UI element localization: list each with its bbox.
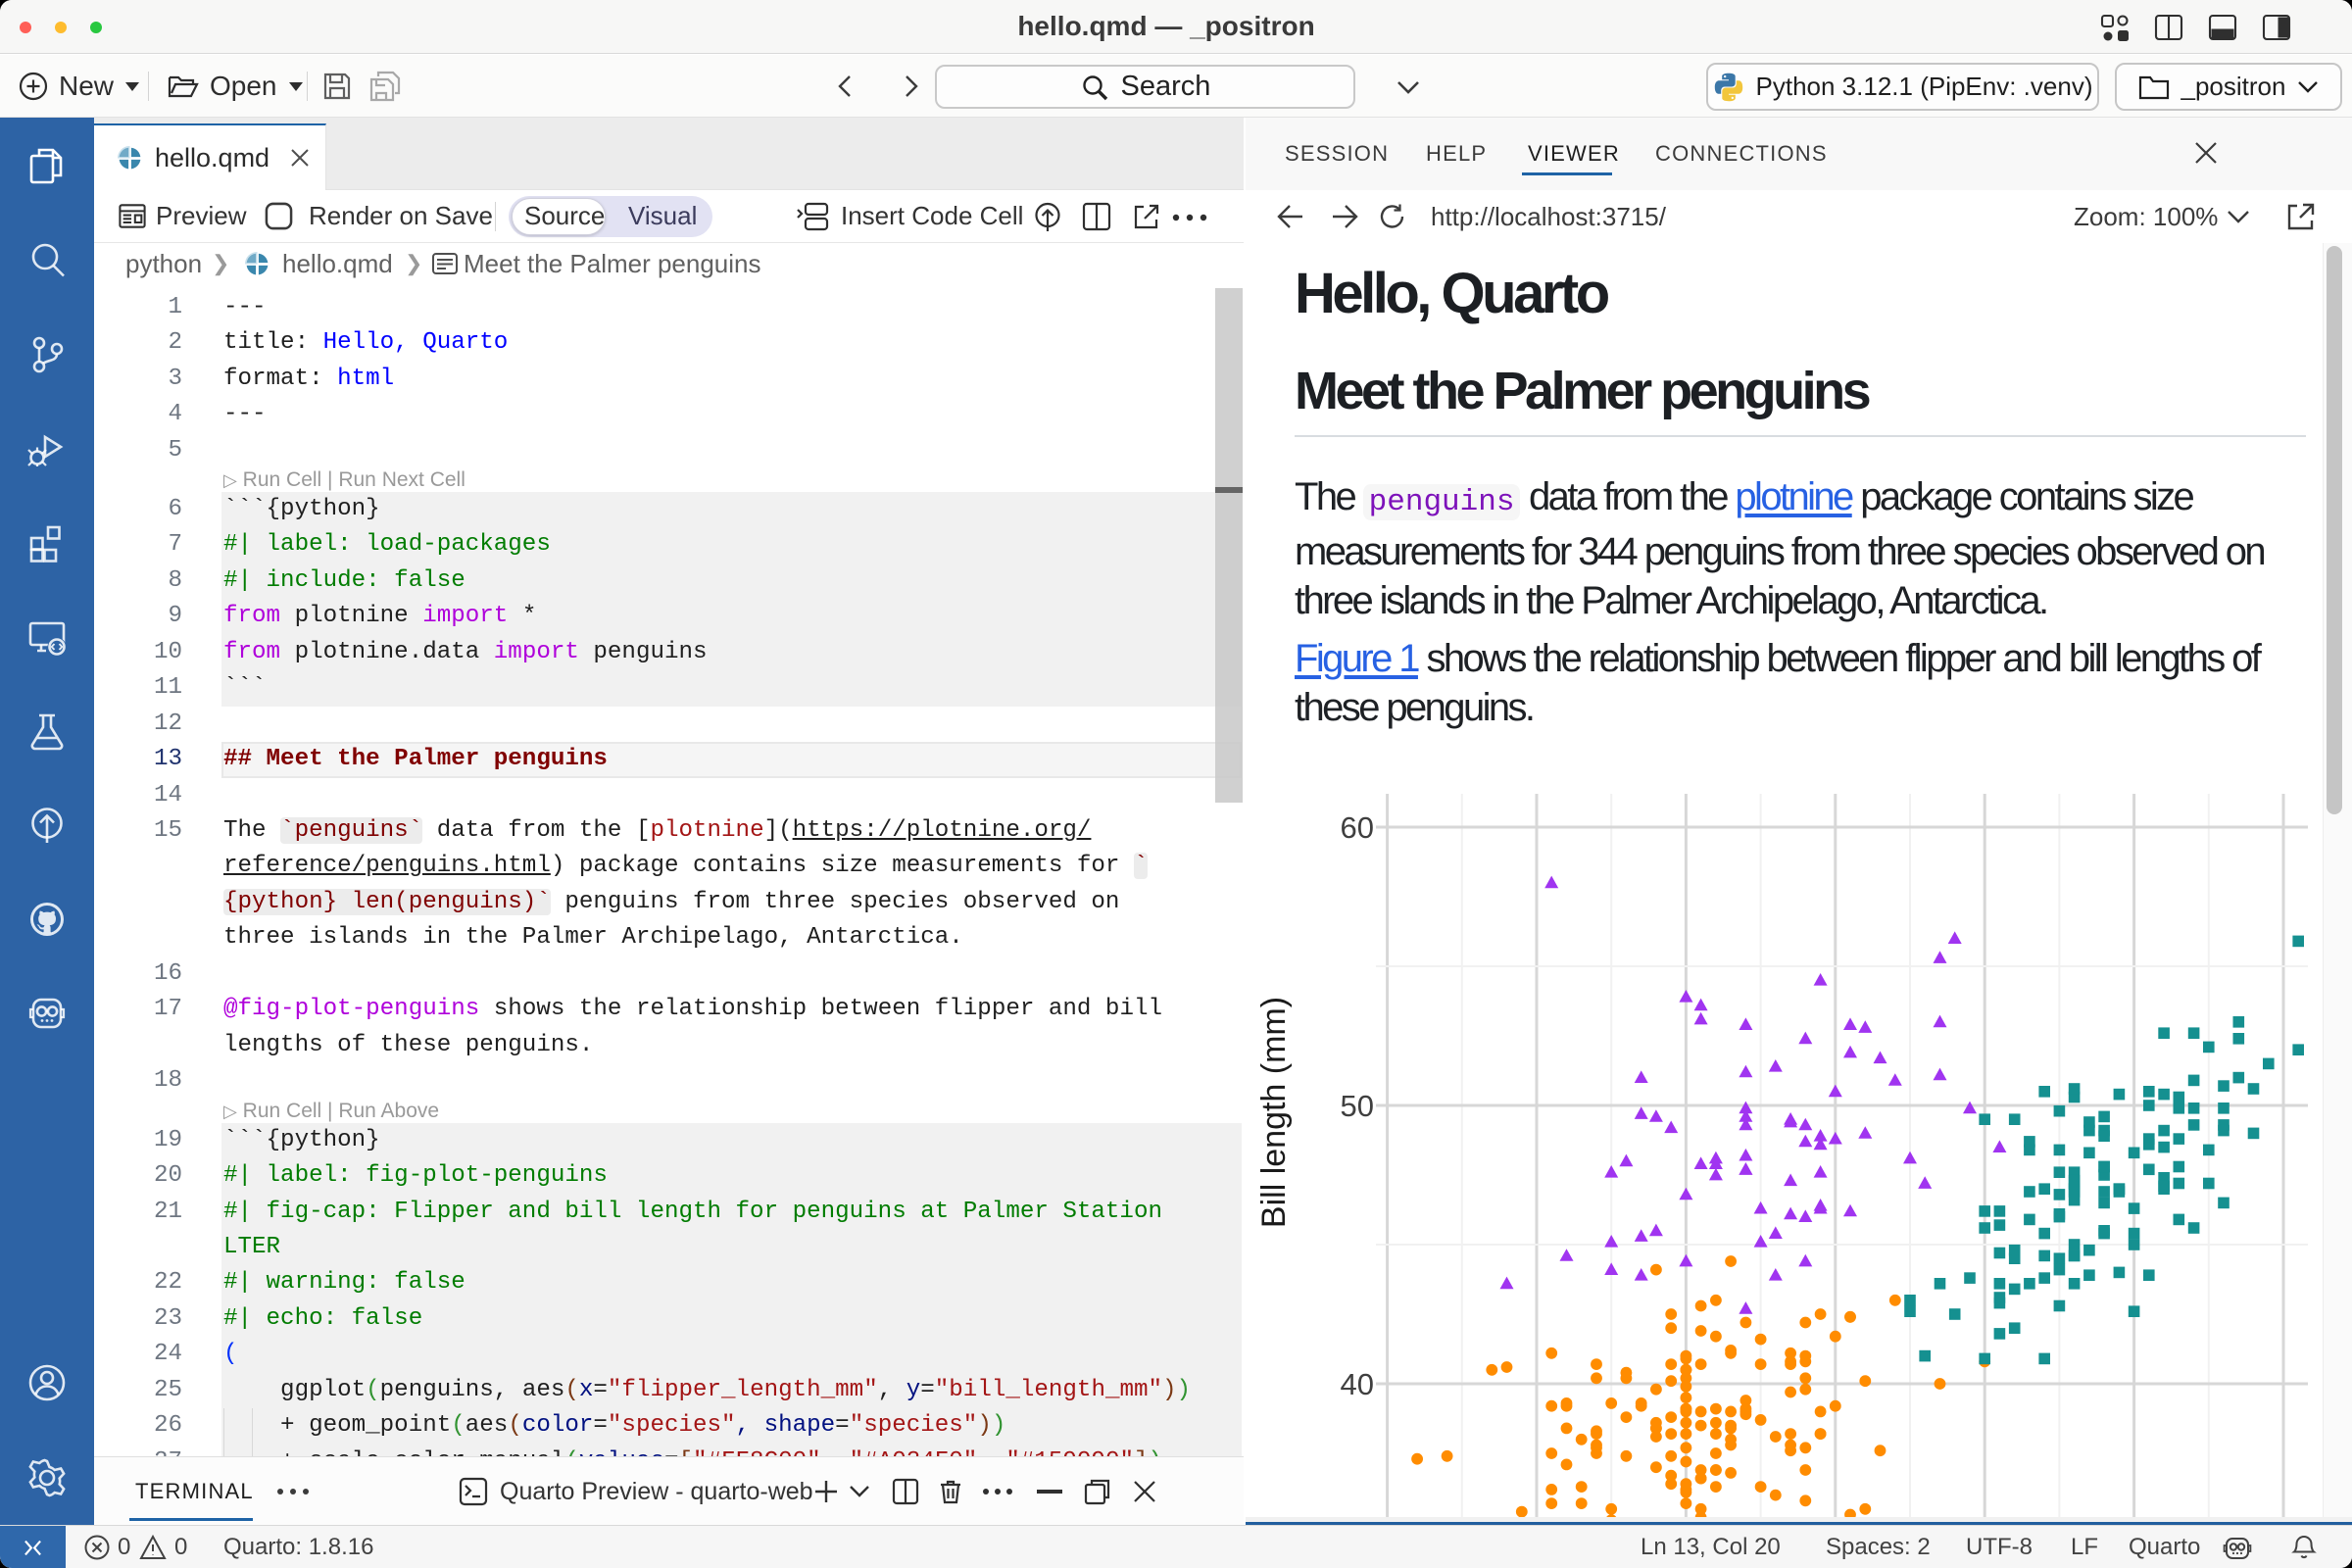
svg-text:60: 60 bbox=[1341, 810, 1374, 845]
svg-text:50: 50 bbox=[1341, 1089, 1374, 1123]
svg-text:40: 40 bbox=[1341, 1367, 1374, 1401]
svg-text:Bill length (mm): Bill length (mm) bbox=[1255, 997, 1293, 1228]
